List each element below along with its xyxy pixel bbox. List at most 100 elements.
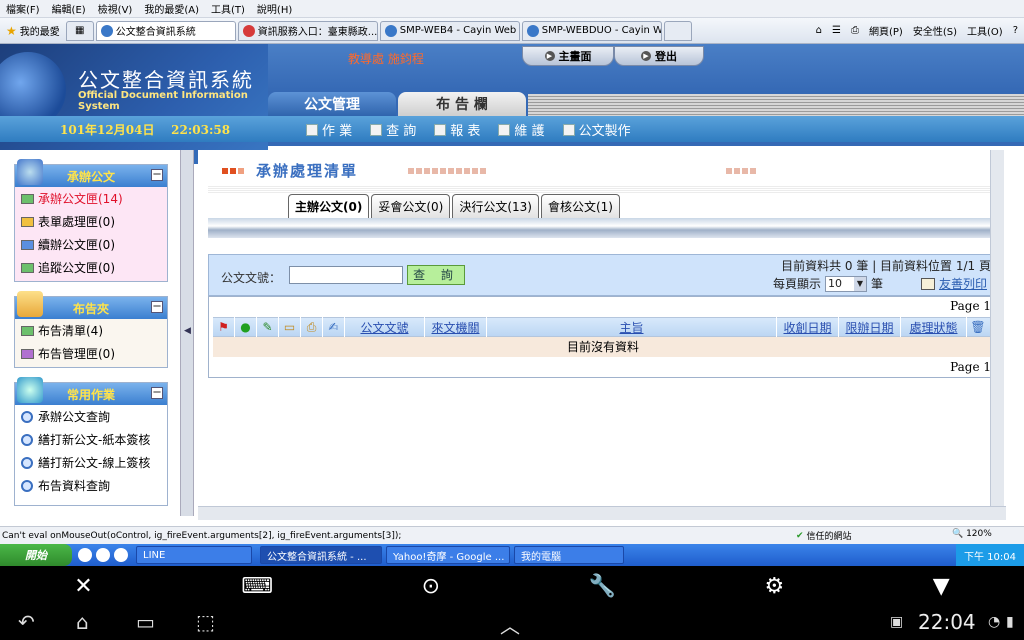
query-button[interactable]: 查 詢 xyxy=(407,265,465,285)
ie-status-bar: Can't eval onMouseOut(oControl, ig_fireE… xyxy=(0,526,1024,544)
folder-icon xyxy=(21,348,34,359)
sidebar-item-tracking-inbox[interactable]: 追蹤公文匣(0) xyxy=(15,256,167,279)
minimize-icon[interactable]: — xyxy=(151,169,163,181)
printer-icon[interactable]: ⎙ xyxy=(301,317,323,337)
print-icon[interactable]: ⎙ xyxy=(851,25,859,36)
submenu-query[interactable]: 查 詢 xyxy=(370,120,416,139)
document-number-input[interactable] xyxy=(289,266,403,284)
col-deadline-date[interactable]: 限辦日期 xyxy=(839,317,901,337)
chevron-up-icon[interactable]: ︿ xyxy=(500,610,520,639)
task-yahoo[interactable]: Yahoo!奇摩 - Google ... xyxy=(386,546,510,564)
browser-tab-1[interactable]: 資訊服務入口：臺東縣政... xyxy=(237,20,378,41)
pen-icon xyxy=(562,123,575,136)
task-line[interactable]: LINE xyxy=(136,546,252,564)
start-button[interactable]: 開始 xyxy=(0,544,72,566)
menu-file[interactable]: 檔案(F) xyxy=(6,1,40,16)
current-time: 22:03:58 xyxy=(171,123,231,137)
submenu-compose[interactable]: 公文製作 xyxy=(562,120,631,139)
tab-document-management[interactable]: 公文管理 xyxy=(268,92,396,116)
tools-menu[interactable]: 工具(O) xyxy=(967,23,1003,38)
home-button[interactable]: ▶ 主畫面 xyxy=(522,46,614,66)
close-icon[interactable]: ✕ xyxy=(74,574,92,599)
folder-icon xyxy=(21,325,34,336)
menu-tools[interactable]: 工具(T) xyxy=(211,1,245,16)
chevron-down-icon[interactable]: ▼ xyxy=(933,574,950,599)
submenu-maintenance[interactable]: 維 護 xyxy=(498,120,545,139)
tab-review-documents[interactable]: 會核公文(1) xyxy=(540,194,620,218)
sidebar-item-bulletin-manage[interactable]: 布告管理匣(0) xyxy=(15,342,167,365)
sidebar-item-form-inbox[interactable]: 表單處理匣(0) xyxy=(15,210,167,233)
sidebar-item-query-assigned[interactable]: 承辦公文查詢 xyxy=(15,405,167,428)
horizontal-scrollbar[interactable] xyxy=(198,506,1006,520)
ie-icon[interactable] xyxy=(96,548,110,562)
sidebar-item-new-paper[interactable]: 繕打新公文-紙本簽核 xyxy=(15,428,167,451)
menu-view[interactable]: 檢視(V) xyxy=(98,1,133,16)
page-menu[interactable]: 網頁(P) xyxy=(869,23,903,38)
home-icon[interactable]: ⌂ xyxy=(816,25,822,36)
per-page-select[interactable]: 10 ▼ xyxy=(824,275,867,292)
sidebar-item-bulletin-list[interactable]: 布告清單(4) xyxy=(15,319,167,342)
tab-main-documents[interactable]: 主辦公文(0) xyxy=(288,194,370,218)
col-document-number[interactable]: 公文文號 xyxy=(345,317,425,337)
decor-square xyxy=(222,167,228,174)
chrome-icon[interactable] xyxy=(78,548,92,562)
col-received-date[interactable]: 收創日期 xyxy=(777,317,839,337)
col-status[interactable]: 處理狀態 xyxy=(901,317,967,337)
browser-tab-0[interactable]: 公文整合資訊系統 xyxy=(95,20,236,41)
menu-favorites[interactable]: 我的最愛(A) xyxy=(144,1,199,16)
status-dot-icon[interactable]: ● xyxy=(235,317,257,337)
trash-icon[interactable]: 🗑 xyxy=(967,317,989,337)
back-icon[interactable]: ↶ xyxy=(18,610,35,634)
logout-button[interactable]: ▶ 登出 xyxy=(614,46,704,66)
wrench-icon[interactable]: 🔧 xyxy=(589,574,616,599)
flag-icon[interactable]: ⚑ xyxy=(213,317,235,337)
panel-bulletin: 布告夾 — 布告清單(4) 布告管理匣(0) xyxy=(14,291,168,368)
menu-edit[interactable]: 編輯(E) xyxy=(52,1,86,16)
folder-icon[interactable]: ▭ xyxy=(279,317,301,337)
checklist-icon xyxy=(498,123,511,136)
home-icon[interactable]: ⌂ xyxy=(76,610,89,634)
arrow-icon: ▶ xyxy=(544,51,555,61)
safety-menu[interactable]: 安全性(S) xyxy=(913,23,957,38)
site-icon xyxy=(242,24,255,37)
menu-help[interactable]: 說明(H) xyxy=(257,1,292,16)
magnifier-icon xyxy=(21,479,33,492)
task-document-system[interactable]: 公文整合資訊系統 - ... xyxy=(260,546,382,564)
quick-tabs-button[interactable]: ▦ xyxy=(65,20,94,41)
pencil-icon[interactable]: ✎ xyxy=(257,317,279,337)
gear-icon[interactable]: ⚙ xyxy=(765,574,785,599)
feeds-icon[interactable]: ☰ xyxy=(832,25,841,36)
android-nav-bar: ↶ ⌂ ▭ ⬚ ︿ ▣ 22:04 ◔ ▮ xyxy=(0,606,1024,640)
sidebar-item-continue-inbox[interactable]: 續辦公文匣(0) xyxy=(15,233,167,256)
mouse-icon[interactable]: ⊙ xyxy=(422,574,440,599)
sidebar-splitter[interactable]: ◀ xyxy=(180,150,194,516)
minimize-icon[interactable]: — xyxy=(151,301,163,313)
screenshot-icon[interactable]: ⬚ xyxy=(196,610,215,634)
ie-icon[interactable] xyxy=(114,548,128,562)
tab-bulletin-board[interactable]: 布 告 欄 xyxy=(398,92,526,116)
panel-header: 承辦公文 — xyxy=(15,159,167,187)
sidebar-item-new-online[interactable]: 繕打新公文-線上簽核 xyxy=(15,451,167,474)
tab-cosign-documents[interactable]: 妥會公文(0) xyxy=(371,194,451,218)
favorites-button[interactable]: ★ 我的最愛 xyxy=(0,18,66,43)
vertical-scrollbar[interactable] xyxy=(990,150,1004,514)
submenu-report[interactable]: 報 表 xyxy=(434,120,480,139)
edit-icon[interactable]: ✍ xyxy=(323,317,345,337)
submenu-operation[interactable]: 作 業 xyxy=(306,120,352,139)
users-icon xyxy=(21,433,33,446)
help-icon[interactable]: ? xyxy=(1013,25,1018,36)
task-my-computer[interactable]: 我的電腦 xyxy=(514,546,624,564)
sidebar-item-assigned-inbox[interactable]: 承辦公文匣(14) xyxy=(15,187,167,210)
browser-tab-2[interactable]: SMP-WEB4 - Cayin Web Ma... xyxy=(379,20,520,41)
keyboard-icon[interactable]: ⌨ xyxy=(241,574,273,599)
browser-tab-3[interactable]: SMP-WEBDUO - Cayin Web... xyxy=(521,20,662,41)
col-source-agency[interactable]: 來文機關 xyxy=(425,317,487,337)
sidebar-item-bulletin-query[interactable]: 布告資料查詢 xyxy=(15,474,167,497)
new-tab-button[interactable] xyxy=(663,20,692,41)
tab-decision-documents[interactable]: 決行公文(13) xyxy=(452,194,539,218)
col-subject[interactable]: 主旨 xyxy=(487,317,777,337)
zoom-level[interactable]: 🔍 120% xyxy=(952,529,992,539)
recent-apps-icon[interactable]: ▭ xyxy=(136,610,155,634)
minimize-icon[interactable]: — xyxy=(151,387,163,399)
friendly-print-link[interactable]: 友善列印 xyxy=(920,275,987,292)
